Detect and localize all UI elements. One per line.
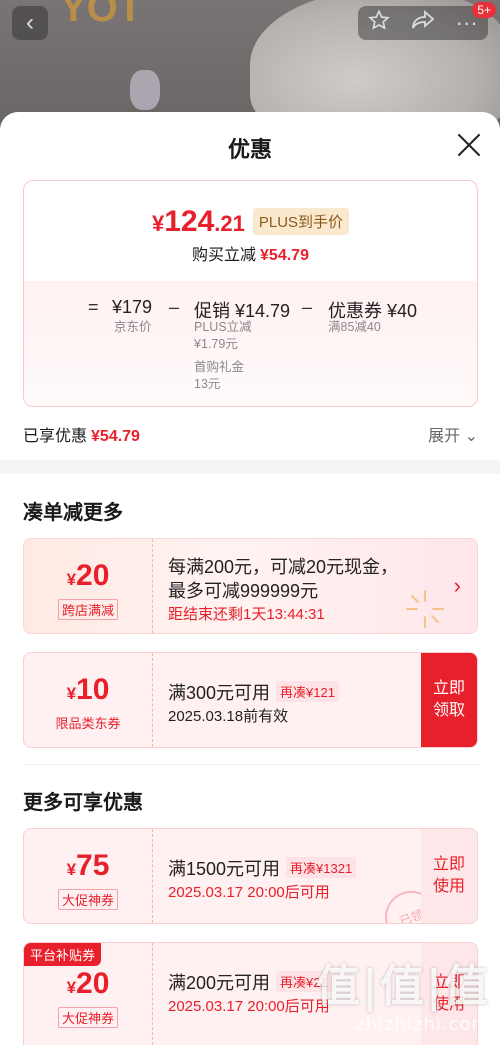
sparkle-icon <box>406 590 444 628</box>
minus-sign-2: – <box>302 297 313 317</box>
use-button[interactable]: 立即 使用 <box>421 829 477 923</box>
price-calculation: = ¥179 京东价 – 促销 ¥14.79 PLUS立减 ¥1.79元 首购礼… <box>24 297 477 406</box>
coupon-amount-value: 20 <box>76 967 110 1000</box>
promo-sub-plus-amount: ¥1.79元 <box>194 337 238 351</box>
coupon-type-label: 跨店满减 <box>57 599 118 620</box>
coupon-validity: 2025.03.17 20:00后可用 <box>168 884 330 901</box>
chevron-left-icon: ‹ <box>26 9 34 36</box>
coupon-type: 大促神券 <box>24 1007 152 1028</box>
jd-price: ¥179 <box>112 297 153 317</box>
final-price: ¥124.21 <box>152 205 245 239</box>
coupon-countdown: 距结束还剩1天13:44:31 <box>168 606 325 623</box>
enjoyed-label: 已享优惠 <box>23 428 88 445</box>
section-title-more: 更多可享优惠 <box>23 792 143 814</box>
coupon-type-label: 大促神券 <box>57 1007 118 1028</box>
coupon-type: 跨店满减 <box>24 599 152 620</box>
coupon-rule-max: 最多可减999999元 <box>168 581 319 601</box>
section-title-combine: 凑单减更多 <box>23 502 123 524</box>
use-button-line1: 立即 <box>432 856 465 873</box>
coupon-amount: ¥10 <box>24 673 152 707</box>
coupon-threshold: 满200元可用 再凑¥21 <box>168 969 332 995</box>
coupon-amount-value: 10 <box>76 673 110 706</box>
final-price-dec: .21 <box>214 211 245 236</box>
close-icon[interactable] <box>454 130 484 160</box>
coupon-separator <box>152 943 153 1045</box>
use-button-line2: 使用 <box>432 878 465 895</box>
coupon-amount-value: 20 <box>76 559 110 592</box>
coupon-type: 大促神券 <box>24 889 152 910</box>
site-watermark: 值|值|值 zhizhizhi.com <box>316 950 490 1035</box>
buy-discount-amount: ¥54.79 <box>260 247 309 264</box>
promo-sub-first-amount: 13元 <box>194 377 221 391</box>
chevron-down-icon: ⌄ <box>464 428 478 445</box>
final-price-yen: ¥ <box>151 211 165 236</box>
coupon-type: 限品类东券 <box>24 713 152 733</box>
coupon-separator <box>152 653 153 747</box>
equals-sign: = <box>88 297 99 317</box>
cross-store-discount-card[interactable]: ¥20 跨店满减 每满200元，可减20元现金， 最多可减999999元 距结束… <box>23 538 478 634</box>
coupon-threshold-text: 满200元可用 <box>168 973 271 993</box>
coupon-validity: 2025.03.17 20:00后可用 <box>168 998 330 1015</box>
coupon-left: ¥10 限品类东券 <box>24 653 152 747</box>
coupon-add-more: 再凑¥121 <box>276 681 339 702</box>
promo-coupon-card: ¥75 大促神券 满1500元可用 再凑¥1321 2025.03.17 20:0… <box>23 828 478 924</box>
coupon-threshold: 满300元可用 再凑¥121 <box>168 679 339 705</box>
claim-button-line2: 领取 <box>432 702 465 719</box>
sheet-title: 优惠 <box>227 137 272 162</box>
coupon-validity: 2025.03.18前有效 <box>168 708 289 725</box>
coupon-separator <box>152 539 153 633</box>
coupon-sub: 满85减40 <box>328 320 381 334</box>
watermark-logo: 值|值|值 <box>315 961 490 1012</box>
section-separator <box>23 764 478 765</box>
platform-subsidy-ribbon: 平台补贴券 <box>24 943 102 966</box>
coupon-left: ¥20 跨店满减 <box>24 539 152 633</box>
expand-button[interactable]: 展开 ⌄ <box>428 422 478 446</box>
final-price-row: ¥124.21 PLUS到手价 <box>24 205 477 239</box>
product-image-area: YOT ‹ ··· 5+ <box>0 0 500 130</box>
coupon-yen: ¥ <box>66 978 77 997</box>
coupon-add-more: 再凑¥1321 <box>286 857 357 878</box>
watermark-url: zhizhizhi.com <box>355 1014 490 1035</box>
share-icon[interactable] <box>411 9 435 37</box>
jd-price-label: 京东价 <box>114 320 152 334</box>
claim-button-line1: 立即 <box>432 680 465 697</box>
coupon-threshold: 满1500元可用 再凑¥1321 <box>168 855 357 881</box>
coupon-left: ¥75 大促神券 <box>24 829 152 923</box>
coupon-yen: ¥ <box>66 684 77 703</box>
enjoyed-discount-row: 已享优惠 ¥54.79 展开 ⌄ <box>23 422 478 446</box>
coupon-threshold-text: 满300元可用 <box>168 683 271 703</box>
discount-sheet: 优惠 ¥124.21 PLUS到手价 购买立减 ¥54.79 = ¥179 京东价… <box>0 112 500 1045</box>
coupon-yen: ¥ <box>66 570 77 589</box>
product-logo-fragment: YOT <box>60 0 143 30</box>
coupon-separator <box>152 829 153 923</box>
claim-button[interactable]: 立即 领取 <box>421 653 477 747</box>
promo-sub-plus: PLUS立减 <box>194 320 252 334</box>
coupon-rule: 每满200元，可减20元现金， <box>168 557 399 577</box>
buy-discount-label: 购买立减 <box>192 247 257 264</box>
star-icon[interactable] <box>368 9 391 37</box>
final-price-int: 124 <box>164 205 215 238</box>
promo-sub-first: 首购礼金 <box>194 360 245 374</box>
product-shoe-image-small <box>130 70 160 110</box>
expand-label: 展开 <box>428 428 461 445</box>
back-button[interactable]: ‹ <box>12 6 48 40</box>
chevron-right-icon[interactable]: › <box>454 573 461 599</box>
coupon-amount: ¥20 <box>24 967 152 1001</box>
minus-sign-1: – <box>169 297 180 317</box>
coupon-type-label: 大促神券 <box>57 889 118 910</box>
coupon-type-label: 限品类东券 <box>55 716 121 731</box>
plus-price-tag: PLUS到手价 <box>252 208 350 235</box>
coupon-amount-value: 75 <box>76 849 110 882</box>
notification-badge: 5+ <box>472 2 496 18</box>
section-divider <box>0 460 500 474</box>
category-coupon-card: ¥10 限品类东券 满300元可用 再凑¥121 2025.03.18前有效 立即… <box>23 652 478 748</box>
coupon-threshold-text: 满1500元可用 <box>168 859 281 879</box>
enjoyed-amount: ¥54.79 <box>91 428 140 445</box>
coupon-amount: ¥20 <box>24 559 152 593</box>
coupon-yen: ¥ <box>66 860 77 879</box>
price-breakdown-card: ¥124.21 PLUS到手价 购买立减 ¥54.79 = ¥179 京东价 – … <box>23 180 478 407</box>
buy-discount-row: 购买立减 ¥54.79 <box>24 241 477 265</box>
coupon-amount: ¥75 <box>24 849 152 883</box>
top-actions: ··· <box>358 6 488 40</box>
